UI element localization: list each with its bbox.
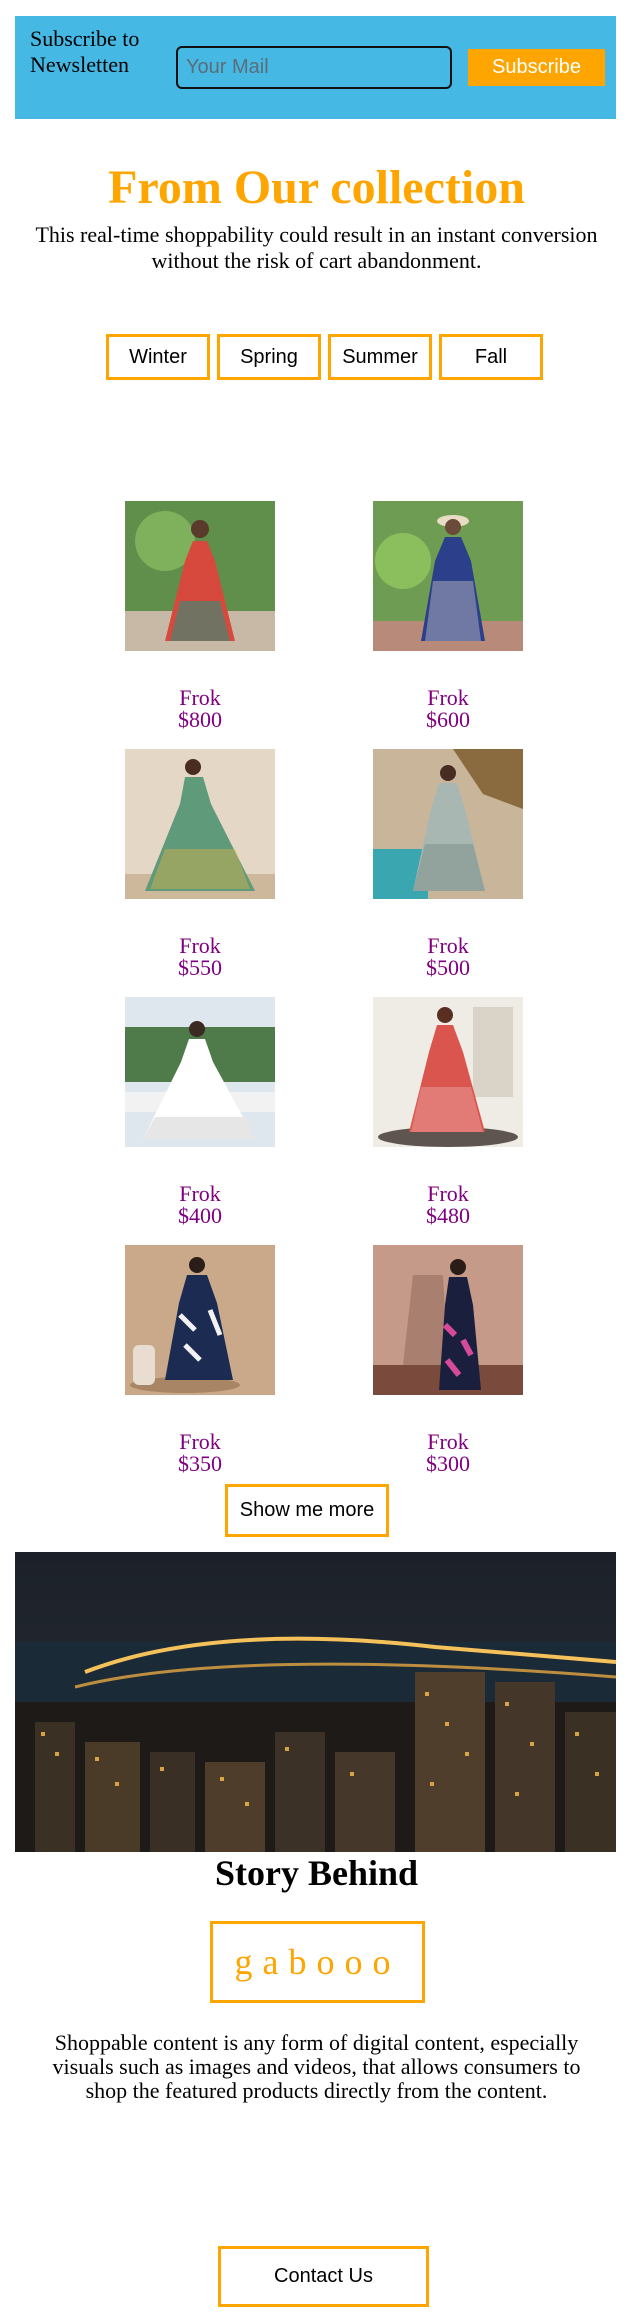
product-name: Frok — [179, 933, 221, 958]
product-image[interactable] — [125, 501, 275, 651]
product-price: $400 — [178, 1203, 222, 1228]
product-name: Frok — [179, 1429, 221, 1454]
contact-us-button[interactable]: Contact Us — [218, 2246, 429, 2307]
product-image[interactable] — [125, 1245, 275, 1395]
story-title: Story Behind — [214, 1853, 419, 1893]
product-price: $600 — [426, 707, 470, 732]
city-image — [15, 1552, 616, 1852]
product-price: $300 — [426, 1451, 470, 1476]
product-name: Frok — [427, 1429, 469, 1454]
product-image[interactable] — [373, 1245, 523, 1395]
show-more-button[interactable]: Show me more — [225, 1484, 389, 1537]
product-price: $800 — [178, 707, 222, 732]
tab-spring[interactable]: Spring — [217, 334, 321, 380]
product-price: $480 — [426, 1203, 470, 1228]
product-card[interactable]: Frok $300 — [373, 1245, 523, 1475]
product-name: Frok — [427, 1181, 469, 1206]
product-card[interactable]: Frok $350 — [125, 1245, 275, 1475]
product-image[interactable] — [373, 997, 523, 1147]
newsletter-label: Subscribe to Newsletten — [30, 26, 140, 77]
brand-name: gabooo — [210, 1921, 425, 2003]
product-image[interactable] — [373, 501, 523, 651]
product-image[interactable] — [125, 997, 275, 1147]
product-price: $350 — [178, 1451, 222, 1476]
collection-description: This real-time shoppability could result… — [35, 222, 598, 273]
collection-title: From Our collection — [108, 161, 525, 214]
product-price: $500 — [426, 955, 470, 980]
product-price: $550 — [178, 955, 222, 980]
subscribe-button[interactable]: Subscribe — [468, 49, 605, 86]
product-card[interactable]: Frok $800 — [125, 501, 275, 731]
product-card[interactable]: Frok $550 — [125, 749, 275, 979]
product-image[interactable] — [373, 749, 523, 899]
tab-summer[interactable]: Summer — [328, 334, 432, 380]
product-card[interactable]: Frok $500 — [373, 749, 523, 979]
product-name: Frok — [427, 685, 469, 710]
story-text: Shoppable content is any form of digital… — [52, 2030, 581, 2103]
tab-fall[interactable]: Fall — [439, 334, 543, 380]
product-image[interactable] — [125, 749, 275, 899]
newsletter-bar: Subscribe to Newsletten Subscribe — [15, 16, 616, 119]
product-card[interactable]: Frok $480 — [373, 997, 523, 1227]
product-name: Frok — [427, 933, 469, 958]
product-card[interactable]: Frok $400 — [125, 997, 275, 1227]
email-input[interactable] — [176, 46, 452, 89]
product-name: Frok — [179, 685, 221, 710]
product-name: Frok — [179, 1181, 221, 1206]
tab-winter[interactable]: Winter — [106, 334, 210, 380]
product-card[interactable]: Frok $600 — [373, 501, 523, 731]
